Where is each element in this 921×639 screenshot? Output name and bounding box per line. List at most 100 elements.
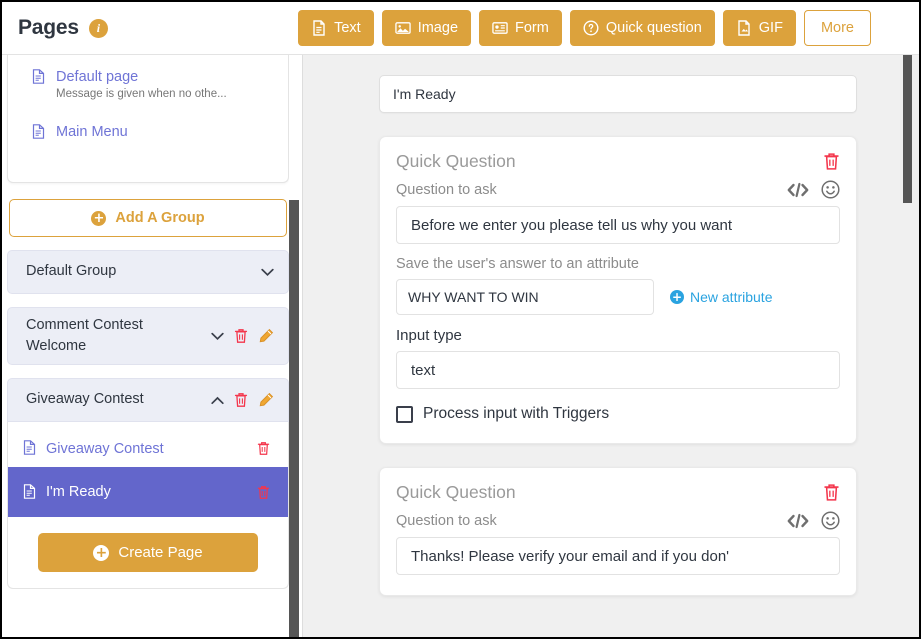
- sidebar-scroll-content: Default page Message is given when no ot…: [7, 55, 289, 589]
- create-page-button[interactable]: + Create Page: [38, 533, 258, 572]
- add-quick-question-label: Quick question: [605, 20, 702, 36]
- top-toolbar: Pages i Text Image Form Quick question G…: [2, 2, 919, 55]
- process-input-label: Process input with Triggers: [423, 405, 610, 422]
- process-input-checkbox-row[interactable]: Process input with Triggers: [396, 405, 840, 423]
- add-gif-label: GIF: [758, 20, 783, 36]
- question-text-input[interactable]: Thanks! Please verify your email and if …: [396, 537, 840, 575]
- sidebar-page-label: Main Menu: [56, 124, 128, 140]
- question-tools: [787, 180, 840, 199]
- group-comment-contest-welcome: Comment Contest Welcome: [7, 307, 289, 365]
- add-text-button[interactable]: Text: [298, 10, 374, 46]
- edit-group-icon[interactable]: [258, 328, 274, 344]
- card-type-label: Quick Question: [396, 482, 516, 502]
- question-label-row: Question to ask: [396, 511, 840, 530]
- toolbar-title-group: Pages i: [2, 16, 108, 40]
- delete-card-icon[interactable]: [823, 483, 840, 502]
- question-circle-icon: [583, 20, 599, 36]
- add-form-label: Form: [515, 20, 549, 36]
- code-icon[interactable]: [787, 513, 809, 529]
- more-label: More: [820, 20, 854, 36]
- question-label-row: Question to ask: [396, 180, 840, 199]
- question-tools: [787, 511, 840, 530]
- add-a-group-label: Add A Group: [115, 210, 205, 226]
- sidebar-page-giveaway-contest[interactable]: Giveaway Contest: [8, 430, 288, 467]
- group-header[interactable]: Comment Contest Welcome: [7, 307, 289, 365]
- document-icon: [311, 20, 327, 36]
- sidebar-page-im-ready[interactable]: I'm Ready: [8, 467, 288, 517]
- sidebar-page-main-menu[interactable]: Main Menu: [18, 118, 278, 142]
- sidebar-page-description: Message is given when no othe...: [56, 88, 227, 100]
- emoji-icon[interactable]: [821, 180, 840, 199]
- plus-icon: +: [670, 290, 684, 304]
- group-pages-list: Giveaway Contest I'm Ready + Create Page: [7, 422, 289, 589]
- edit-group-icon[interactable]: [258, 392, 274, 408]
- question-to-ask-label: Question to ask: [396, 181, 497, 198]
- group-name-label: Giveaway Contest: [26, 391, 144, 408]
- delete-card-icon[interactable]: [823, 152, 840, 171]
- sidebar-page-label: Default page: [56, 69, 139, 85]
- add-gif-button[interactable]: GIF: [722, 10, 796, 46]
- plus-icon: +: [93, 544, 110, 561]
- chevron-down-icon[interactable]: [261, 268, 274, 277]
- card-header: Quick Question: [396, 482, 840, 503]
- editor-scrollbar-thumb[interactable]: [903, 55, 912, 203]
- page-title: Pages: [18, 16, 79, 39]
- group-actions: [211, 392, 274, 408]
- ungrouped-pages-panel: Default page Message is given when no ot…: [7, 55, 289, 183]
- toolbar-actions: Text Image Form Quick question GIF More: [298, 10, 919, 46]
- delete-page-icon[interactable]: [257, 485, 270, 500]
- new-attribute-label: New attribute: [690, 289, 773, 305]
- add-form-button[interactable]: Form: [479, 10, 562, 46]
- form-icon: [492, 20, 508, 36]
- app-body: Default page Message is given when no ot…: [2, 55, 919, 637]
- group-header[interactable]: Default Group: [7, 250, 289, 294]
- quick-question-card: Quick Question Question to ask: [379, 467, 857, 596]
- delete-group-icon[interactable]: [234, 328, 248, 344]
- group-name-label: Comment Contest Welcome: [26, 316, 143, 354]
- sidebar-scrollbar-track[interactable]: [289, 55, 302, 637]
- quick-question-card: Quick Question Question to ask: [379, 136, 857, 444]
- pages-sidebar: Default page Message is given when no ot…: [2, 55, 302, 637]
- card-type-label: Quick Question: [396, 151, 516, 171]
- image-icon: [394, 20, 411, 36]
- group-actions: [261, 268, 274, 277]
- group-actions: [211, 328, 274, 344]
- input-type-select[interactable]: text: [396, 351, 840, 389]
- group-name-label: Default Group: [26, 263, 117, 280]
- card-header: Quick Question: [396, 151, 840, 172]
- editor-scroll-content: I'm Ready Quick Question Question to ask: [303, 55, 919, 596]
- more-button[interactable]: More: [803, 10, 871, 46]
- question-to-ask-label: Question to ask: [396, 512, 497, 529]
- add-image-button[interactable]: Image: [381, 10, 472, 46]
- add-text-label: Text: [334, 20, 361, 36]
- document-icon: [23, 484, 36, 504]
- chevron-up-icon[interactable]: [211, 396, 224, 405]
- chevron-down-icon[interactable]: [211, 332, 224, 341]
- code-icon[interactable]: [787, 182, 809, 198]
- sidebar-page-label: I'm Ready: [46, 484, 111, 500]
- new-attribute-button[interactable]: + New attribute: [670, 289, 772, 305]
- group-default-group: Default Group: [7, 250, 289, 294]
- page-name-input[interactable]: I'm Ready: [379, 75, 857, 113]
- attribute-input[interactable]: WHY WANT TO WIN: [396, 279, 654, 315]
- question-text-input[interactable]: Before we enter you please tell us why y…: [396, 206, 840, 244]
- info-icon[interactable]: i: [88, 18, 108, 38]
- process-input-checkbox[interactable]: [396, 405, 413, 423]
- delete-page-icon[interactable]: [257, 441, 270, 456]
- emoji-icon[interactable]: [821, 511, 840, 530]
- add-a-group-button[interactable]: + Add A Group: [9, 199, 287, 237]
- group-header[interactable]: Giveaway Contest: [7, 378, 289, 422]
- sidebar-scrollbar-thumb[interactable]: [289, 200, 299, 637]
- attribute-row: WHY WANT TO WIN + New attribute: [396, 279, 840, 315]
- delete-group-icon[interactable]: [234, 392, 248, 408]
- group-giveaway-contest: Giveaway Contest Giveaway Contest I'm Re…: [7, 378, 289, 589]
- input-type-label: Input type: [396, 327, 462, 344]
- sidebar-page-default-page[interactable]: Default page: [18, 63, 278, 87]
- gif-icon: [736, 20, 752, 36]
- attribute-label: Save the user's answer to an attribute: [396, 256, 639, 272]
- add-quick-question-button[interactable]: Quick question: [569, 10, 715, 46]
- document-icon: [32, 124, 45, 144]
- page-editor-canvas: I'm Ready Quick Question Question to ask: [302, 55, 919, 637]
- add-image-label: Image: [417, 20, 459, 36]
- document-icon: [23, 440, 36, 460]
